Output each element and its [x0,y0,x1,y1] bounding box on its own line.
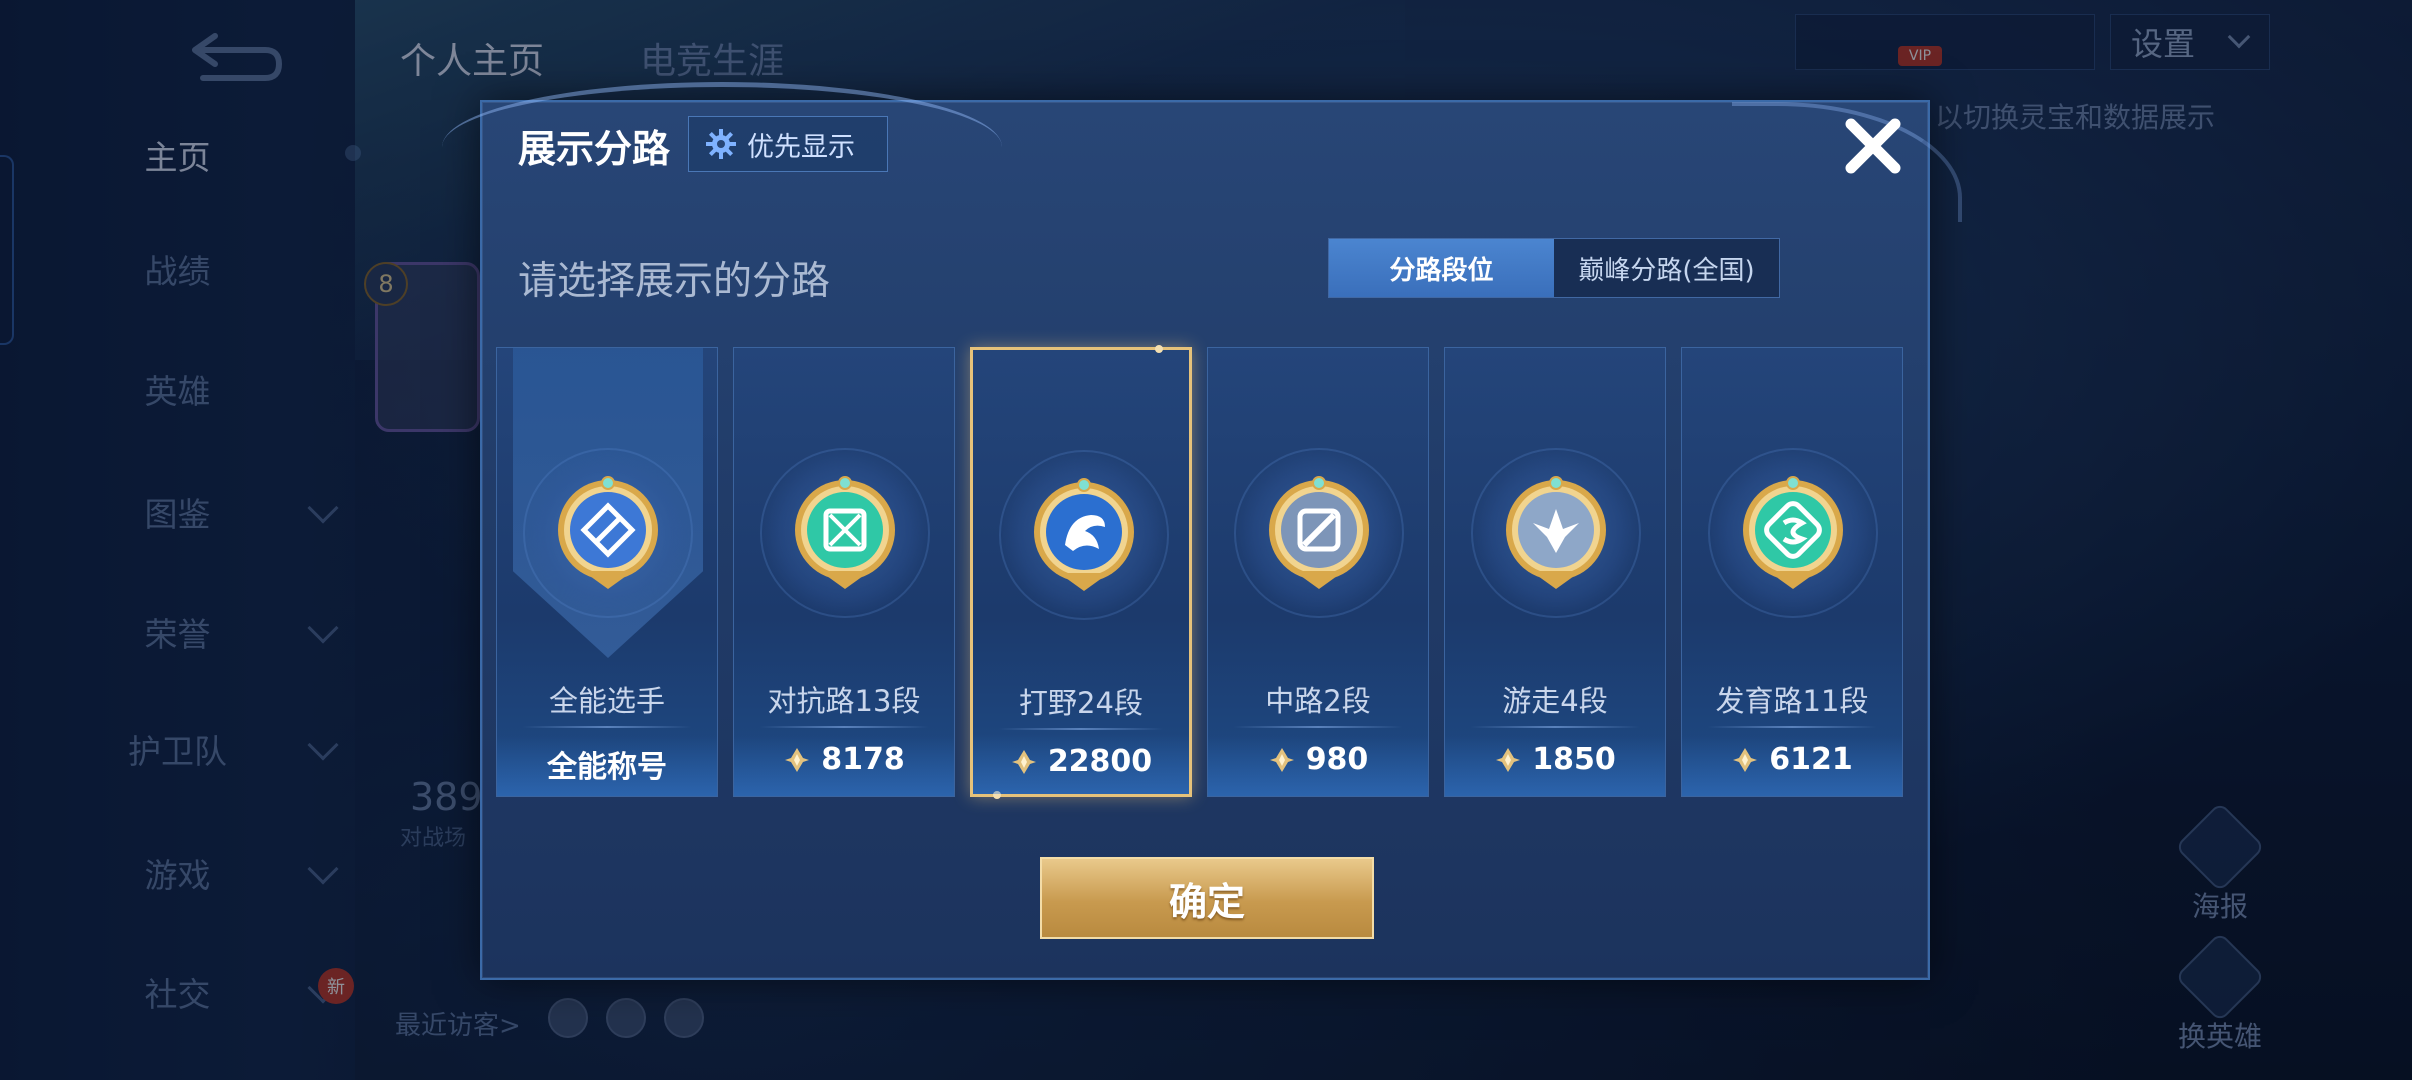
lane-card[interactable]: 全能选手 全能称号 [496,347,718,797]
priority-display-button[interactable]: 优先显示 [688,116,888,172]
dialog-subtitle: 请选择展示的分路 [518,259,831,304]
peak-score-icon [785,747,810,772]
lane-score: 6121 [1682,742,1902,777]
lane-score-value: 8178 [821,742,905,777]
lane-score: 980 [1208,742,1428,777]
dialog-title: 展示分路 [518,127,671,171]
lane-score: 全能称号 [497,742,717,786]
lane-card[interactable]: 发育路11段 6121 [1681,347,1903,797]
confirm-button[interactable]: 确定 [1040,857,1374,939]
lane-rank-label: 打野24段 [1019,686,1143,720]
tab-peak-lane-national[interactable]: 巅峰分路(全国) [1554,239,1779,297]
card-divider [760,726,928,728]
lane-card[interactable]: 中路2段 980 [1207,347,1429,797]
lane-score-value: 22800 [1047,744,1153,779]
lane-rank-label: 游走4段 [1502,684,1608,718]
all-round-emblem-icon [558,476,658,589]
lane-rank-label: 中路2段 [1265,684,1371,718]
lane-score: 22800 [973,744,1189,779]
lane-score-value: 980 [1305,742,1369,777]
farm-lane-emblem-icon [1743,476,1843,589]
lane-score: 1850 [1445,742,1665,777]
display-mode-switch: 分路段位 巅峰分路(全国) [1328,238,1780,298]
tab-lane-rank[interactable]: 分路段位 [1329,239,1554,297]
lane-display-dialog: 展示分路 优先显示 请选择展示的分路 分路段位 巅峰分路(全国) 全能选手 全能… [442,82,1962,980]
lane-card[interactable]: 游走4段 1850 [1444,347,1666,797]
roam-emblem-icon [1506,476,1606,589]
lane-score: 8178 [734,742,954,777]
card-divider [1471,726,1639,728]
peak-score-icon [1496,747,1521,772]
card-divider [523,726,691,728]
lane-card[interactable]: 打野24段 22800 [970,345,1192,799]
card-divider [1708,726,1876,728]
close-icon[interactable] [1837,110,1909,182]
lane-score-value: 6121 [1769,742,1853,777]
peak-score-icon [1269,747,1294,772]
peak-score-icon [1011,749,1036,774]
lane-rank-label: 对抗路13段 [767,684,921,718]
selection-corner [1155,345,1163,353]
selection-corner [993,791,1001,799]
gear-icon [706,129,736,159]
clash-lane-emblem-icon [795,476,895,589]
lane-score-value: 全能称号 [547,750,667,785]
lane-score-value: 1850 [1532,742,1616,777]
priority-display-label: 优先显示 [747,131,855,163]
jungle-emblem-icon [1034,478,1134,591]
lane-rank-label: 全能选手 [548,684,665,718]
lane-rank-label: 发育路11段 [1715,684,1869,718]
mid-lane-emblem-icon [1269,476,1369,589]
peak-score-icon [1733,747,1758,772]
card-divider [999,728,1163,730]
card-divider [1234,726,1402,728]
lane-card[interactable]: 对抗路13段 8178 [733,347,955,797]
